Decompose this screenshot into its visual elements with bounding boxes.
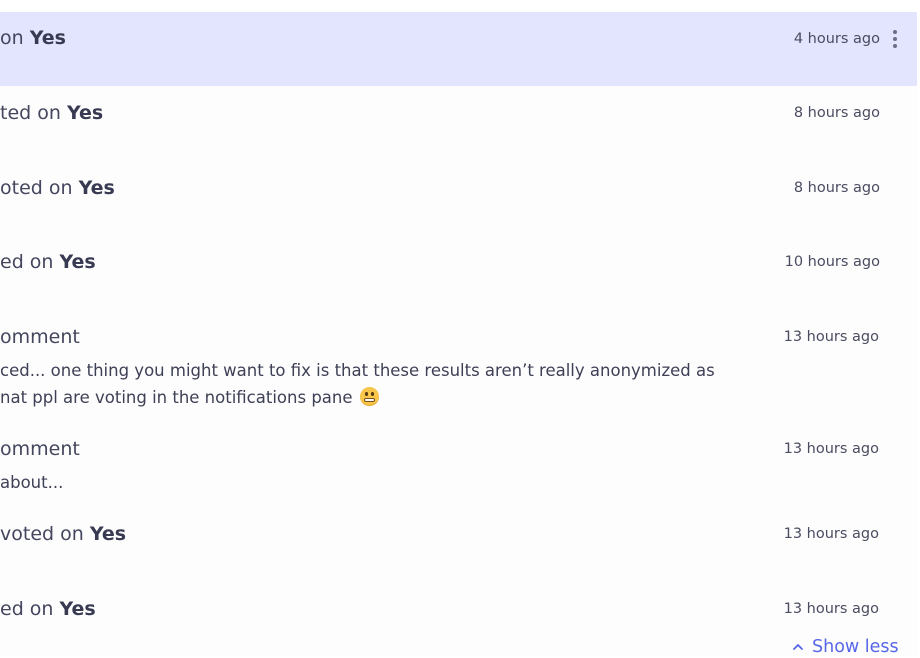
notification-target: Yes bbox=[78, 177, 115, 199]
show-less-button[interactable]: Show less bbox=[792, 636, 899, 658]
notification-timestamp: 8 hours ago bbox=[793, 105, 880, 121]
comment-preview-line: about... bbox=[0, 473, 64, 492]
notification-title: ed on Yes bbox=[0, 596, 96, 622]
notification-action: on bbox=[0, 27, 30, 49]
notification-timestamp: 13 hours ago bbox=[783, 526, 879, 542]
grimacing-face-emoji bbox=[359, 387, 379, 406]
notification-timestamp: 10 hours ago bbox=[784, 254, 880, 270]
notification-title: ed on Yes bbox=[0, 249, 96, 275]
notification-action: ted on bbox=[0, 102, 67, 124]
notification-action: ed on bbox=[0, 251, 60, 273]
panel-top-strip bbox=[0, 0, 917, 12]
comment-preview-line: ced... one thing you might want to fix i… bbox=[0, 361, 715, 380]
notification-title: omment bbox=[0, 438, 80, 460]
comment-preview-text: nat ppl are voting in the notifications … bbox=[0, 388, 353, 407]
notification-item[interactable]: on Yes 4 hours ago bbox=[0, 12, 917, 86]
more-vertical-icon[interactable] bbox=[885, 29, 905, 49]
notification-action: ed on bbox=[0, 598, 60, 620]
notification-timestamp: 4 hours ago bbox=[793, 31, 880, 47]
notification-item[interactable]: ed on Yes 13 hours ago bbox=[0, 582, 917, 634]
notification-target: Yes bbox=[59, 251, 96, 273]
notification-item[interactable]: omment 13 hours ago ced... one thing you… bbox=[0, 308, 917, 420]
notification-item[interactable]: omment 13 hours ago about... bbox=[0, 420, 917, 508]
show-less-label: Show less bbox=[812, 637, 899, 657]
notification-target: Yes bbox=[29, 27, 66, 49]
notification-item[interactable]: ted on Yes 8 hours ago bbox=[0, 86, 917, 160]
notification-title: oted on Yes bbox=[0, 175, 115, 201]
notification-title: ted on Yes bbox=[0, 100, 103, 126]
notification-target: Yes bbox=[66, 102, 104, 124]
notification-timestamp: 13 hours ago bbox=[783, 329, 879, 345]
notification-item[interactable]: ed on Yes 10 hours ago bbox=[0, 234, 917, 308]
chevron-up-icon bbox=[793, 644, 803, 650]
notification-timestamp: 13 hours ago bbox=[783, 441, 879, 457]
comment-preview-line: nat ppl are voting in the notifications … bbox=[0, 387, 379, 409]
notification-title: omment bbox=[0, 326, 80, 348]
notification-item[interactable]: voted on Yes 13 hours ago bbox=[0, 508, 917, 582]
notification-timestamp: 8 hours ago bbox=[793, 180, 880, 196]
notification-action: voted on bbox=[0, 523, 90, 545]
notification-title: on Yes bbox=[0, 25, 66, 51]
notification-action: oted on bbox=[0, 177, 79, 199]
notification-target: Yes bbox=[89, 523, 127, 545]
notification-title: voted on Yes bbox=[0, 521, 126, 547]
notifications-panel: on Yes 4 hours ago ted on Yes 8 hours ag… bbox=[0, 0, 917, 657]
notification-timestamp: 13 hours ago bbox=[783, 601, 879, 617]
notification-target: Yes bbox=[59, 598, 96, 620]
notification-item[interactable]: oted on Yes 8 hours ago bbox=[0, 160, 917, 234]
